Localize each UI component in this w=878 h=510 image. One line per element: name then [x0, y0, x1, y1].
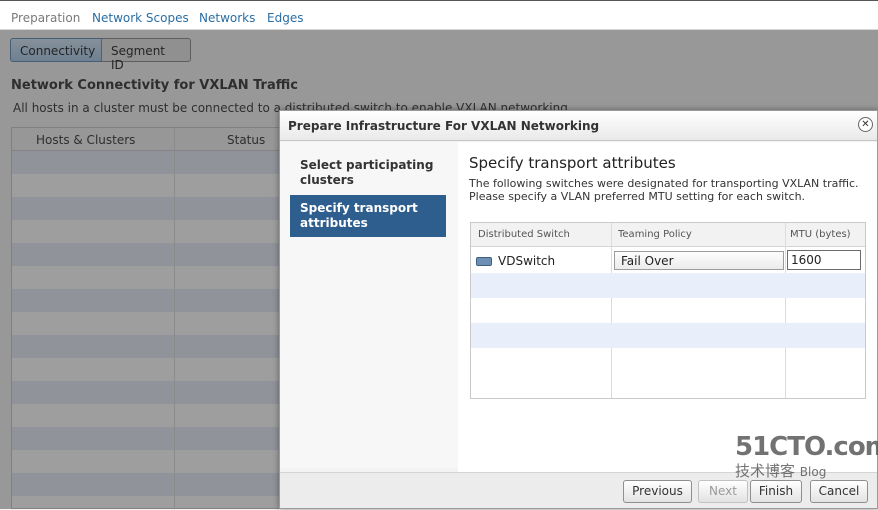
tab-edges[interactable]: Edges [267, 11, 303, 25]
table-header: Distributed Switch Teaming Policy MTU (b… [471, 223, 865, 247]
watermark: 51CTO.com 技术博客 Blog [735, 432, 878, 481]
wizard-content: Specify transport attributes The followi… [458, 142, 877, 472]
distributed-switch-icon [476, 257, 492, 266]
tab-preparation[interactable]: Preparation [11, 11, 80, 25]
close-icon[interactable]: ✕ [858, 117, 873, 132]
column-mtu[interactable]: MTU (bytes) [790, 229, 851, 240]
switch-table: Distributed Switch Teaming Policy MTU (b… [470, 222, 866, 399]
top-navigation: Preparation Network Scopes Networks Edge… [0, 0, 878, 30]
tab-network-scopes[interactable]: Network Scopes [92, 11, 189, 25]
previous-button[interactable]: Previous [623, 480, 692, 503]
watermark-blog: Blog [799, 465, 827, 479]
content-title: Specify transport attributes [469, 154, 676, 172]
dialog-header: Prepare Infrastructure For VXLAN Network… [280, 111, 877, 141]
watermark-tagline-text: 技术博客 [735, 462, 796, 480]
finish-button[interactable]: Finish [750, 480, 802, 503]
next-button[interactable]: Next [698, 480, 748, 503]
table-row [471, 323, 865, 348]
dialog-title: Prepare Infrastructure For VXLAN Network… [288, 119, 600, 133]
table-row [471, 348, 865, 373]
table-row [471, 273, 865, 298]
step-transport-attributes[interactable]: Specify transport attributes [290, 195, 446, 237]
wizard-steps: Select participating clusters Specify tr… [280, 142, 458, 468]
step-select-clusters[interactable]: Select participating clusters [290, 152, 446, 194]
table-row[interactable]: VDSwitch Fail Over [471, 248, 865, 273]
top-edge-bar [0, 0, 878, 1]
teaming-policy-select[interactable]: Fail Over [614, 251, 784, 270]
column-teaming-policy[interactable]: Teaming Policy [618, 229, 692, 240]
cancel-button[interactable]: Cancel [810, 480, 868, 503]
watermark-brand: 51CTO.com [735, 432, 878, 462]
content-description: The following switches were designated f… [469, 177, 859, 203]
table-row [471, 298, 865, 323]
tab-networks[interactable]: Networks [199, 11, 255, 25]
watermark-tagline: 技术博客 Blog [735, 460, 878, 481]
column-distributed-switch[interactable]: Distributed Switch [478, 229, 570, 240]
mtu-input[interactable] [787, 250, 861, 270]
switch-name: VDSwitch [498, 254, 556, 268]
